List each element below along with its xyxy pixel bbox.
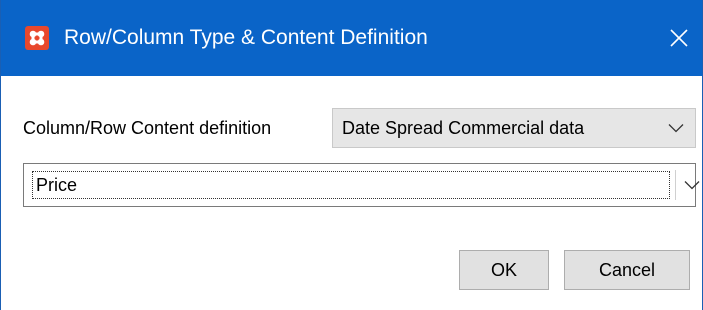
- cancel-button[interactable]: Cancel: [564, 250, 690, 290]
- app-icon: [25, 26, 49, 50]
- close-icon: [670, 29, 688, 47]
- ok-button[interactable]: OK: [459, 250, 549, 290]
- dialog-window: Row/Column Type & Content Definition Col…: [0, 0, 703, 310]
- chevron-down-icon: [684, 181, 700, 190]
- content-type-dropdown[interactable]: Price: [23, 163, 700, 207]
- focus-rectangle: [32, 171, 670, 199]
- content-definition-value: Date Spread Commercial data: [342, 118, 585, 138]
- content-type-value: Price: [36, 175, 78, 195]
- content-definition-dropdown[interactable]: Date Spread Commercial data: [332, 108, 696, 148]
- close-button[interactable]: [657, 16, 701, 60]
- chevron-down-icon: [668, 124, 684, 133]
- dialog-title: Row/Column Type & Content Definition: [64, 26, 428, 49]
- content-definition-label: Column/Row Content definition: [23, 118, 272, 138]
- dropdown-separator: [675, 170, 676, 200]
- title-bar: Row/Column Type & Content Definition: [1, 0, 702, 76]
